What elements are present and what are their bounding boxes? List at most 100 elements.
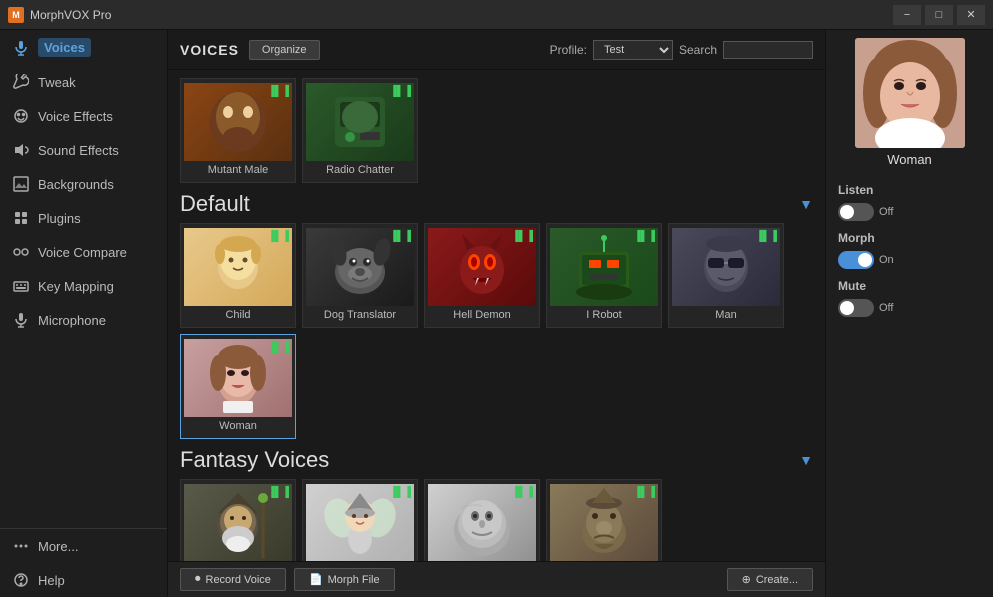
profile-area: Profile: Test Search [550,40,813,60]
voice-card-woman-label: Woman [217,417,259,434]
main-container: Voices Tweak Voice Effects [0,30,993,597]
sidebar-item-voice-compare[interactable]: Voice Compare [0,235,167,269]
section-collapse-default[interactable]: ▼ [799,196,813,212]
voice-avatar-hell-demon: ▐▌▐ [428,228,536,306]
signal-icon-gnome: ▐▌▐ [634,487,655,498]
more-icon [12,537,30,555]
maximize-button[interactable]: □ [925,5,953,25]
create-label: Create... [756,574,798,586]
mute-toggle-knob [840,301,854,315]
section-header-fantasy: Fantasy Voices ▼ [180,447,813,473]
mute-toggle-container: Off [826,297,993,323]
plugin-icon [12,209,30,227]
voice-card-radio-chatter[interactable]: ▐▌▐ Radio Chatter [302,78,418,183]
voices-title: VOICES [180,42,239,58]
close-button[interactable]: ✕ [957,5,985,25]
record-voice-label: Record Voice [206,574,271,586]
sidebar-item-voice-compare-label: Voice Compare [38,245,127,260]
voice-card-man[interactable]: ▐▌▐ [668,223,784,328]
recent-voices-grid: ▐▌▐ Mutant Male ▐▌▐ [180,78,813,183]
sidebar-item-microphone-label: Microphone [38,313,106,328]
bottombar: ⏺ Record Voice 📄 Morph File ⊕ Create... [168,561,825,597]
sidebar-item-tweak-label: Tweak [38,75,76,90]
listen-toggle-knob [840,205,854,219]
mute-toggle[interactable] [838,299,874,317]
keyboard-icon [12,277,30,295]
sidebar-item-help-label: Help [38,573,65,588]
voice-card-dwarf[interactable]: ▐▌▐ [180,479,296,561]
sidebar-item-sound-effects[interactable]: Sound Effects [0,133,167,167]
sidebar-item-microphone[interactable]: Microphone [0,303,167,337]
voice-avatar-dog-translator: ▐▌▐ [306,228,414,306]
voice-avatar-mutant-male: ▐▌▐ [184,83,292,161]
app-icon: M [8,7,24,23]
voice-card-hell-demon[interactable]: ▐▌▐ [424,223,540,328]
voice-avatar-radio-chatter: ▐▌▐ [306,83,414,161]
morph-file-button[interactable]: 📄 Morph File [294,568,395,591]
sidebar-item-key-mapping-label: Key Mapping [38,279,114,294]
profile-select[interactable]: Test [593,40,673,60]
window-controls: − □ ✕ [893,5,985,25]
signal-icon-dwarf: ▐▌▐ [268,487,289,498]
record-voice-button[interactable]: ⏺ Record Voice [180,568,286,591]
sidebar-item-voices[interactable]: Voices [0,30,167,65]
morph-toggle-text: On [879,254,894,266]
sidebar: Voices Tweak Voice Effects [0,30,168,597]
signal-icon-radio: ▐▌▐ [390,86,411,97]
search-label: Search [679,43,717,57]
signal-icon: ▐▌▐ [268,86,289,97]
voice-card-giant[interactable]: ▐▌▐ [424,479,540,561]
voice-card-child[interactable]: ▐▌▐ [180,223,296,328]
voice-card-radio-chatter-label: Radio Chatter [324,161,396,178]
voice-card-i-robot-label: I Robot [584,306,623,323]
voices-scroll[interactable]: ▐▌▐ Mutant Male ▐▌▐ [168,70,825,561]
signal-icon-man: ▐▌▐ [756,231,777,242]
section-header-default: Default ▼ [180,191,813,217]
sidebar-item-backgrounds[interactable]: Backgrounds [0,167,167,201]
sidebar-item-voices-label: Voices [38,38,91,57]
sidebar-item-voice-effects[interactable]: Voice Effects [0,99,167,133]
voice-avatar-female-pixie: ▐▌▐ [306,484,414,561]
morph-label: Morph [838,231,875,245]
sidebar-item-more-label: More... [38,539,78,554]
listen-toggle[interactable] [838,203,874,221]
sidebar-item-tweak[interactable]: Tweak [0,65,167,99]
signal-icon-demon: ▐▌▐ [512,231,533,242]
voice-card-nasty-gnome[interactable]: ▐▌▐ [546,479,662,561]
morph-toggle-knob [858,253,872,267]
titlebar: M MorphVOX Pro − □ ✕ [0,0,993,30]
listen-toggle-text: Off [879,206,893,218]
listen-toggle-container: Off [826,201,993,227]
voice-card-mutant-male[interactable]: ▐▌▐ Mutant Male [180,78,296,183]
search-input[interactable] [723,41,813,59]
voice-card-dog-translator[interactable]: ▐▌▐ [302,223,418,328]
voice-card-i-robot[interactable]: ▐▌▐ [546,223,662,328]
profile-label: Profile: [550,43,587,57]
create-button[interactable]: ⊕ Create... [727,568,813,591]
voice-avatar-nasty-gnome: ▐▌▐ [550,484,658,561]
tool-icon [12,73,30,91]
minimize-button[interactable]: − [893,5,921,25]
voice-card-hell-demon-label: Hell Demon [451,306,512,323]
sidebar-item-help[interactable]: Help [0,563,167,597]
voice-avatar-i-robot: ▐▌▐ [550,228,658,306]
sidebar-item-plugins-label: Plugins [38,211,81,226]
sidebar-item-more[interactable]: More... [0,529,167,563]
sidebar-item-plugins[interactable]: Plugins [0,201,167,235]
sound-icon [12,141,30,159]
face-icon [12,107,30,125]
sidebar-item-voice-effects-label: Voice Effects [38,109,113,124]
section-title-fantasy: Fantasy Voices [180,447,329,473]
voice-card-woman[interactable]: ▐▌▐ [180,334,296,439]
voice-avatar-woman: ▐▌▐ [184,339,292,417]
create-icon: ⊕ [742,573,751,586]
organize-button[interactable]: Organize [249,40,320,60]
morph-file-label: Morph File [328,574,380,586]
voice-card-female-pixie[interactable]: ▐▌▐ [302,479,418,561]
morph-file-icon: 📄 [309,573,323,586]
voice-avatar-man: ▐▌▐ [672,228,780,306]
section-collapse-fantasy[interactable]: ▼ [799,452,813,468]
morph-toggle[interactable] [838,251,874,269]
signal-icon-child: ▐▌▐ [268,231,289,242]
sidebar-item-key-mapping[interactable]: Key Mapping [0,269,167,303]
